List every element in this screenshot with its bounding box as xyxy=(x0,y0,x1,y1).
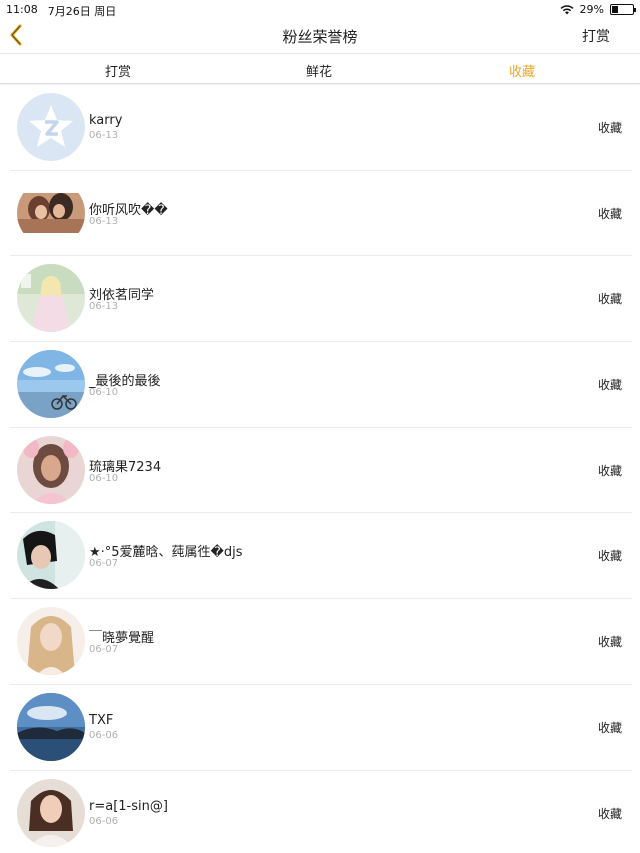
favorite-button[interactable]: 收藏 xyxy=(598,290,622,307)
list-item[interactable]: karry 06-13 收藏 xyxy=(10,85,632,171)
list-item[interactable]: 刘依茗同学 06-13 收藏 xyxy=(10,256,632,343)
status-bar: 11:08 7月26日 周日 29% xyxy=(0,0,640,18)
avatar xyxy=(17,778,85,847)
favorite-button[interactable]: 收藏 xyxy=(598,547,622,564)
fan-date: 06-06 xyxy=(89,729,119,741)
tab-reward[interactable]: 打赏 xyxy=(105,61,131,80)
avatar xyxy=(17,435,85,504)
reward-button[interactable]: 打赏 xyxy=(582,26,610,46)
list-item[interactable]: TXF 06-06 收藏 xyxy=(10,685,632,771)
list-item[interactable]: r=a[1-sin@] 06-06 收藏 xyxy=(10,771,632,853)
status-date: 7月26日 周日 xyxy=(47,5,117,18)
avatar xyxy=(17,350,85,419)
favorite-button[interactable]: 收藏 xyxy=(598,205,622,222)
fan-date: 06-10 xyxy=(89,387,119,399)
fan-date: 06-13 xyxy=(89,130,119,141)
fan-name: TXF xyxy=(89,712,114,728)
list-item[interactable]: _最後的最後 06-10 收藏 xyxy=(10,342,632,428)
avatar xyxy=(17,93,85,161)
fan-name: r=a[1-sin@] xyxy=(89,798,168,814)
favorite-button[interactable]: 收藏 xyxy=(598,805,622,822)
nav-bar: 粉丝荣誉榜 打赏 xyxy=(0,18,640,52)
fan-date: 06-13 xyxy=(89,215,119,227)
tab-bar: 打赏 鲜花 收藏 xyxy=(0,53,640,84)
tab-favorites[interactable]: 收藏 xyxy=(509,61,535,80)
wifi-icon xyxy=(560,5,573,15)
photo-avatar-icon xyxy=(17,692,85,761)
avatar xyxy=(17,607,85,676)
fan-date: 06-13 xyxy=(89,301,119,313)
fan-name: karry xyxy=(89,113,123,128)
photo-avatar-icon xyxy=(17,607,85,676)
favorite-button[interactable]: 收藏 xyxy=(598,462,622,479)
list-item[interactable]: ￣晓夢覺醒 06-07 收藏 xyxy=(10,599,632,685)
avatar xyxy=(17,264,85,333)
list-item[interactable]: 琉璃果7234 06-10 收藏 xyxy=(10,428,632,514)
qq-default-avatar-icon xyxy=(17,93,85,161)
photo-avatar-icon xyxy=(17,178,85,247)
battery-percent: 29% xyxy=(579,3,604,16)
status-time: 11:08 xyxy=(6,3,38,16)
fan-date: 06-06 xyxy=(89,815,119,827)
fan-date: 06-07 xyxy=(89,644,119,656)
battery-icon xyxy=(610,4,636,15)
tab-flowers[interactable]: 鲜花 xyxy=(306,61,332,80)
avatar xyxy=(17,521,85,590)
photo-avatar-icon xyxy=(17,435,85,504)
fan-date: 06-07 xyxy=(89,558,119,570)
favorite-button[interactable]: 收藏 xyxy=(598,633,622,650)
favorite-button[interactable]: 收藏 xyxy=(598,119,622,136)
photo-avatar-icon xyxy=(17,350,85,419)
photo-avatar-icon xyxy=(17,778,85,847)
photo-avatar-icon xyxy=(17,521,85,590)
avatar xyxy=(17,692,85,761)
photo-avatar-icon xyxy=(17,264,85,333)
fan-date: 06-10 xyxy=(89,472,119,484)
fan-list: karry 06-13 收藏 你听风吹�� 06-13 收藏 刘依茗同学 06-… xyxy=(0,85,640,853)
avatar xyxy=(17,178,85,247)
list-item[interactable]: 你听风吹�� 06-13 收藏 xyxy=(10,171,632,257)
battery-level xyxy=(612,6,618,13)
favorite-button[interactable]: 收藏 xyxy=(598,376,622,393)
favorite-button[interactable]: 收藏 xyxy=(598,719,622,736)
page-title: 粉丝荣誉榜 xyxy=(282,28,358,46)
list-item[interactable]: ★·°5爱麓晗、莼属徃�djs 06-07 收藏 xyxy=(10,513,632,600)
